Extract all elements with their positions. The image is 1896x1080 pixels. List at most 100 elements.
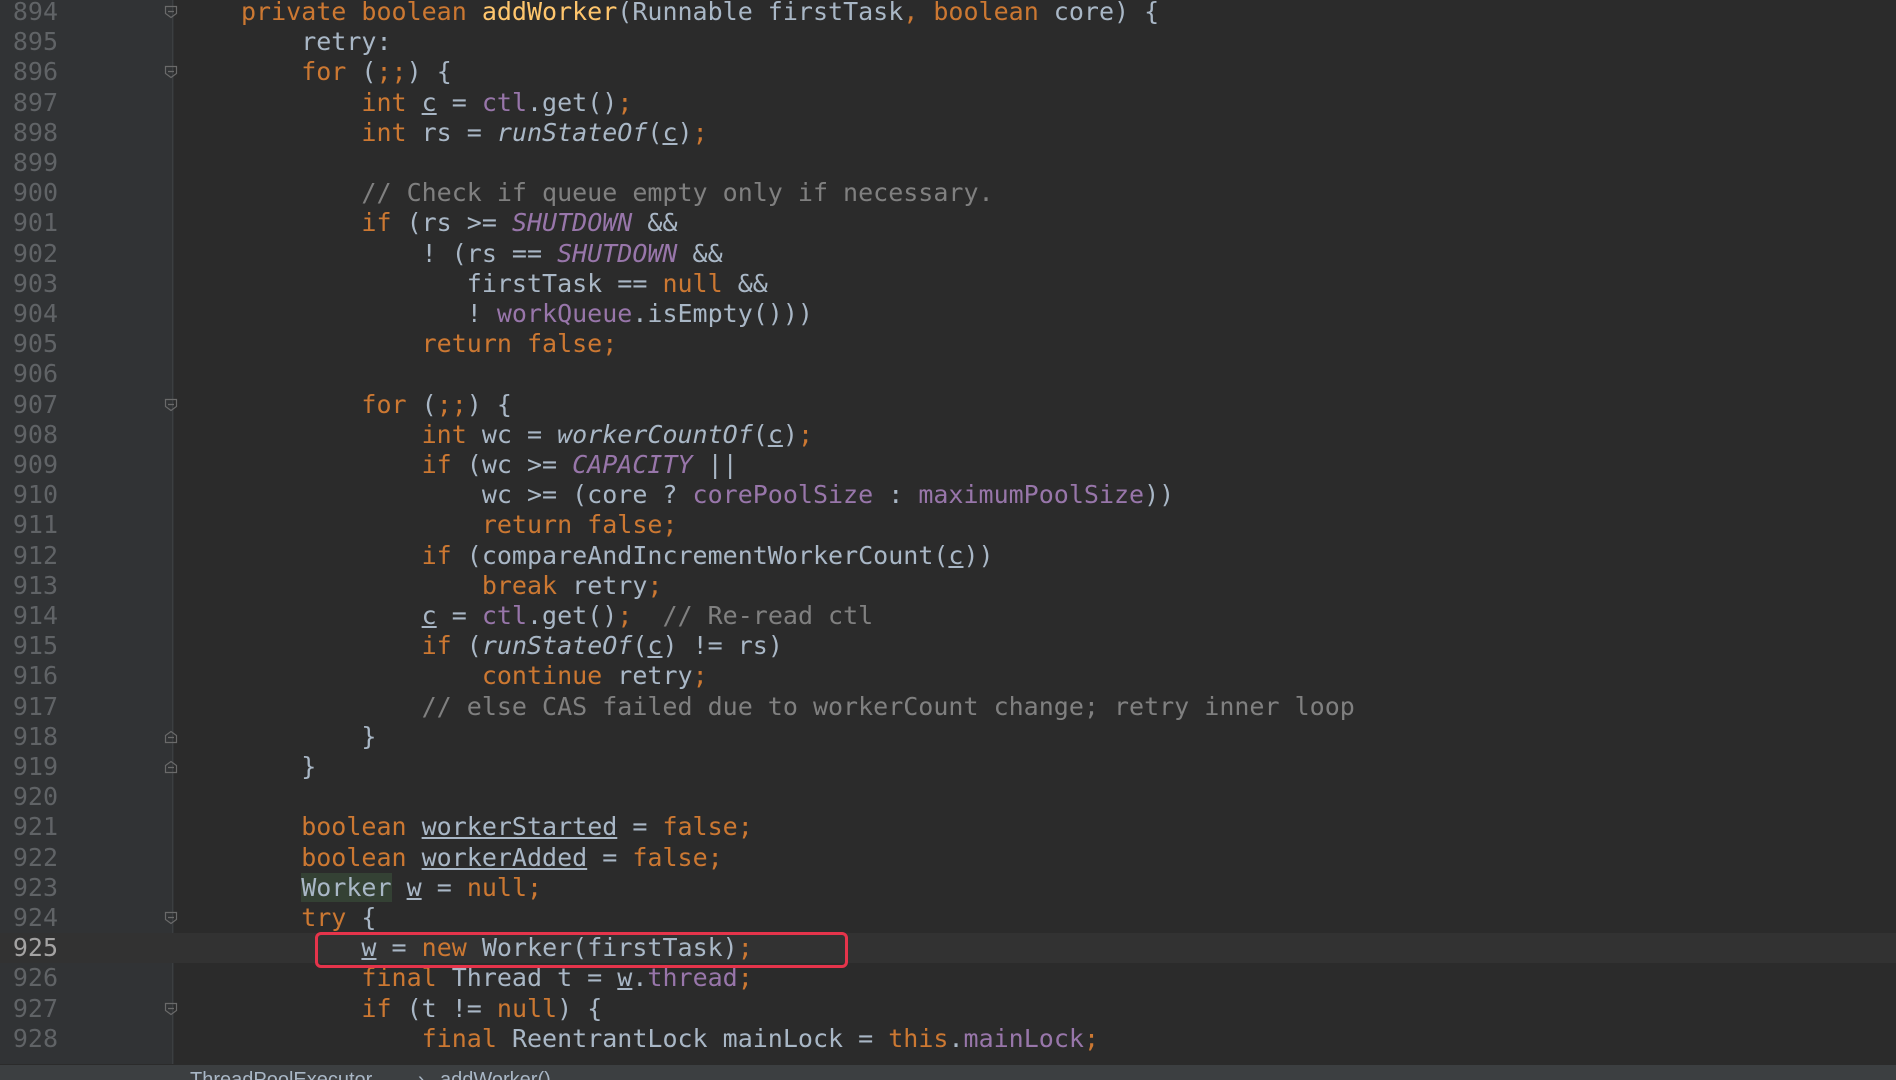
code-line[interactable]: 896 for (;;) { — [0, 57, 1896, 87]
code-token: CAPACITY — [572, 450, 693, 479]
line-number: 910 — [12, 480, 58, 510]
code-token: null; — [466, 872, 543, 902]
code-line[interactable]: 902 ! (rs == SHUTDOWN && — [0, 239, 1896, 269]
code-token: . — [632, 963, 648, 993]
code-line[interactable]: 919 } — [0, 752, 1896, 782]
code-area[interactable]: 894 private boolean addWorker(Runnable fi… — [0, 0, 1896, 1064]
breadcrumb-class[interactable]: ThreadPoolExecutor — [190, 1070, 372, 1080]
code-token: firstTask == — [241, 268, 663, 298]
code-token: if — [241, 993, 407, 1023]
fold-expand-icon[interactable] — [164, 5, 178, 19]
code-token: , boolean — [903, 0, 1054, 26]
code-token: . — [948, 1023, 964, 1053]
code-line[interactable]: 901 if (rs >= SHUTDOWN && — [0, 208, 1896, 238]
code-line[interactable]: 921 boolean workerStarted = false; — [0, 812, 1896, 842]
line-number: 908 — [12, 419, 58, 449]
code-line[interactable]: 926 final Thread t = w.thread; — [0, 963, 1896, 993]
fold-expand-icon[interactable] — [164, 911, 178, 925]
code-line[interactable]: 904 ! workQueue.isEmpty())) — [0, 299, 1896, 329]
code-token: ;; — [376, 57, 407, 87]
code-token: ;; — [436, 389, 467, 419]
code-token: if — [241, 450, 467, 479]
code-line[interactable]: 925 w = new Worker(firstTask); — [0, 933, 1896, 964]
code-line[interactable]: 909 if (wc >= CAPACITY || — [0, 450, 1896, 480]
code-token: ; — [617, 87, 633, 117]
code-line[interactable]: 907 for (;;) { — [0, 390, 1896, 420]
code-token: = — [376, 933, 422, 963]
code-line[interactable]: 906 — [0, 359, 1896, 389]
code-line[interactable]: 928 final ReentrantLock mainLock = this.… — [0, 1024, 1896, 1054]
code-token: ; — [797, 419, 814, 449]
fold-expand-icon[interactable] — [164, 1002, 178, 1016]
code-line[interactable]: 917 // else CAS failed due to workerCoun… — [0, 692, 1896, 722]
code-line[interactable]: 915 if (runStateOf(c) != rs) — [0, 631, 1896, 661]
code-token: ; — [737, 963, 753, 993]
code-text: w = new Worker(firstTask); — [241, 933, 752, 963]
line-number: 911 — [12, 510, 58, 540]
code-line[interactable]: 922 boolean workerAdded = false; — [0, 843, 1896, 873]
code-token: workerStarted — [421, 812, 618, 842]
line-number: 897 — [12, 87, 58, 117]
code-text: // else CAS failed due to workerCount ch… — [241, 692, 1355, 722]
code-token: null — [496, 993, 558, 1023]
code-token: SHUTDOWN — [557, 238, 678, 268]
code-line[interactable]: 913 break retry; — [0, 571, 1896, 601]
code-token: || — [692, 450, 738, 479]
code-text: retry: — [241, 27, 391, 57]
code-text: final Thread t = w.thread; — [241, 963, 753, 993]
code-token: boolean — [241, 842, 422, 872]
code-line[interactable]: 908 int wc = workerCountOf(c); — [0, 420, 1896, 450]
code-text: return false; — [241, 329, 618, 359]
code-token: ( — [361, 57, 377, 87]
code-token: w — [361, 933, 377, 963]
code-text: return false; — [241, 510, 678, 540]
code-text: if (rs >= SHUTDOWN && — [241, 208, 677, 238]
code-line[interactable]: 894 private boolean addWorker(Runnable fi… — [0, 0, 1896, 27]
code-token: final — [241, 963, 452, 993]
fold-collapse-icon[interactable] — [164, 730, 178, 744]
code-text: ! workQueue.isEmpty())) — [241, 299, 813, 329]
code-line[interactable]: 899 — [0, 148, 1896, 178]
code-token: && — [737, 268, 768, 298]
code-line[interactable]: 898 int rs = runStateOf(c); — [0, 118, 1896, 148]
code-token: ) { — [557, 993, 603, 1023]
fold-expand-icon[interactable] — [164, 65, 178, 79]
code-token: } — [241, 752, 317, 781]
code-token: return false; — [241, 329, 618, 359]
code-line[interactable]: 911 return false; — [0, 510, 1896, 540]
code-text: wc >= (core ? corePoolSize : maximumPool… — [241, 480, 1174, 510]
fold-expand-icon[interactable] — [164, 398, 178, 412]
code-token: (compareAndIncrementWorkerCount( — [466, 540, 949, 570]
code-line[interactable]: 927 if (t != null) { — [0, 994, 1896, 1024]
code-token: Worker(firstTask) — [481, 933, 738, 963]
code-token: (t != — [406, 993, 497, 1023]
code-line[interactable]: 905 return false; — [0, 329, 1896, 359]
code-line[interactable]: 900 // Check if queue empty only if nece… — [0, 178, 1896, 208]
breadcrumb-method[interactable]: addWorker() — [440, 1070, 551, 1080]
line-number: 896 — [12, 57, 58, 87]
code-line[interactable]: 918 } — [0, 722, 1896, 752]
line-number: 921 — [12, 812, 58, 842]
code-line[interactable]: 914 c = ctl.get(); // Re-read ctl — [0, 601, 1896, 631]
code-editor[interactable]: 894 private boolean addWorker(Runnable fi… — [0, 0, 1896, 1080]
code-line[interactable]: 916 continue retry; — [0, 661, 1896, 691]
code-line[interactable]: 924 try { — [0, 903, 1896, 933]
code-line[interactable]: 903 firstTask == null && — [0, 269, 1896, 299]
code-line[interactable]: 912 if (compareAndIncrementWorkerCount(c… — [0, 541, 1896, 571]
code-token: )) — [963, 540, 994, 570]
code-token: new — [421, 933, 482, 963]
code-token: wc = — [481, 419, 558, 449]
code-line[interactable]: 897 int c = ctl.get(); — [0, 88, 1896, 118]
code-line[interactable]: 910 wc >= (core ? corePoolSize : maximum… — [0, 480, 1896, 510]
code-token: c — [421, 87, 437, 117]
code-line[interactable]: 920 — [0, 782, 1896, 812]
code-text: if (runStateOf(c) != rs) — [241, 631, 783, 661]
code-token: runStateOf — [481, 631, 633, 661]
code-line[interactable]: 895 retry: — [0, 27, 1896, 57]
fold-collapse-icon[interactable] — [164, 760, 178, 774]
code-text: int c = ctl.get(); — [241, 88, 632, 118]
code-token: { — [361, 903, 377, 932]
code-line[interactable]: 923 Worker w = null; — [0, 872, 1896, 903]
code-token: c — [662, 117, 678, 147]
